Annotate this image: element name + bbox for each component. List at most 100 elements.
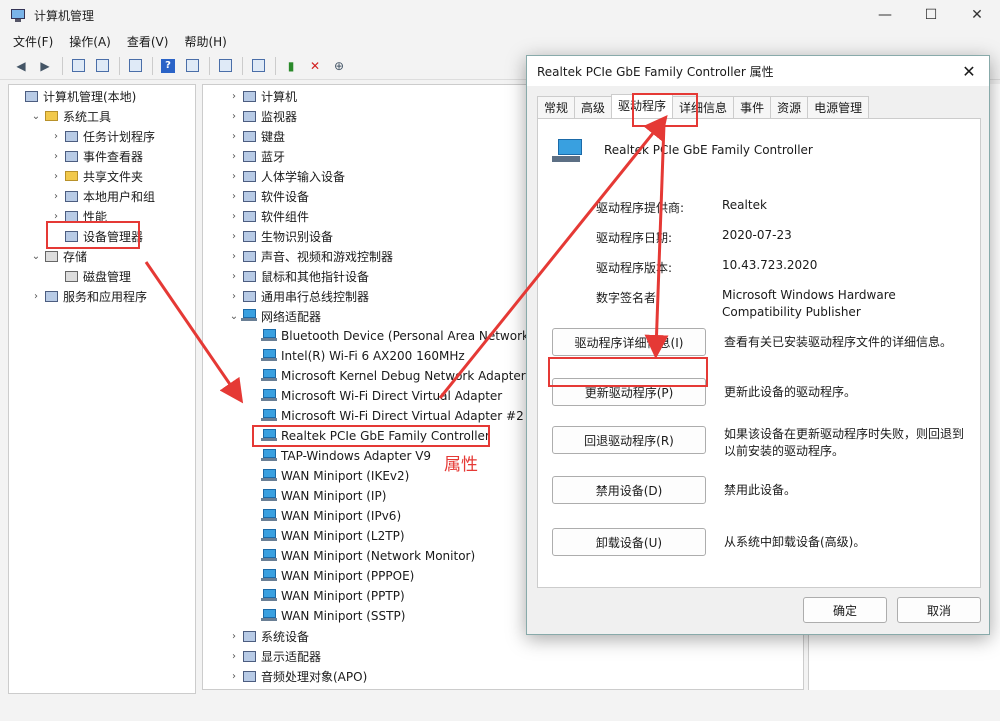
tree-item[interactable]: › 本地用户和组 [9, 186, 195, 206]
tree-item-label: TAP-Windows Adapter V9 [281, 449, 432, 463]
software-device-icon [241, 188, 257, 204]
chevron-right-icon[interactable]: › [227, 291, 241, 302]
tree-item[interactable]: 磁盘管理 [9, 266, 195, 286]
chevron-right-icon[interactable]: › [227, 251, 241, 262]
chevron-right-icon[interactable]: › [227, 631, 241, 642]
ok-button[interactable]: 确定 [803, 597, 887, 623]
menu-help[interactable]: 帮助(H) [179, 33, 231, 50]
chevron-right-icon[interactable]: › [227, 231, 241, 242]
network-adapter-icon [261, 468, 277, 484]
tree-item-label: 计算机管理(本地) [43, 89, 137, 104]
disable-device-button[interactable]: 禁用设备(D) [552, 476, 706, 504]
tree-item-label: WAN Miniport (IKEv2) [281, 469, 410, 483]
bluetooth-icon [241, 148, 257, 164]
computer-management-icon [10, 7, 26, 23]
menu-view[interactable]: 查看(V) [122, 33, 174, 50]
disk-icon [63, 268, 79, 284]
driver-details-button[interactable]: 驱动程序详细信息(I) [552, 328, 706, 356]
rollback-driver-button[interactable]: 回退驱动程序(R) [552, 426, 706, 454]
chevron-right-icon[interactable]: › [49, 131, 63, 142]
chevron-right-icon[interactable]: › [29, 291, 43, 302]
tab-4[interactable]: 事件 [733, 96, 772, 118]
chevron-down-icon[interactable]: ⌄ [29, 251, 43, 262]
tree-item[interactable]: › 服务和应用程序 [9, 286, 195, 306]
menu-action[interactable]: 操作(A) [64, 33, 116, 50]
tree-item-label: WAN Miniport (Network Monitor) [281, 549, 476, 563]
menu-file[interactable]: 文件(F) [8, 33, 58, 50]
up-folder-icon[interactable] [67, 56, 89, 76]
chevron-right-icon[interactable]: › [227, 111, 241, 122]
tree-item-label: WAN Miniport (SSTP) [281, 609, 406, 623]
chevron-right-icon[interactable]: › [49, 171, 63, 182]
network-adapter-icon [261, 488, 277, 504]
field-label: 驱动程序日期: [596, 231, 673, 245]
network-adapter-icon [261, 548, 277, 564]
monitor-icon [241, 108, 257, 124]
chevron-right-icon[interactable]: › [49, 191, 63, 202]
chevron-right-icon[interactable]: › [49, 211, 63, 222]
chevron-right-icon[interactable]: › [227, 191, 241, 202]
tab-6[interactable]: 电源管理 [807, 96, 870, 118]
tab-0[interactable]: 常规 [537, 96, 576, 118]
tree-item-label: Bluetooth Device (Personal Area Network) [281, 329, 534, 343]
tree-item[interactable]: › 共享文件夹 [9, 166, 195, 186]
field-label: 驱动程序版本: [596, 261, 673, 275]
uninstall-device-button[interactable]: 卸载设备(U) [552, 528, 706, 556]
tree-item-label: 磁盘管理 [83, 269, 132, 284]
action-pane-icon[interactable] [181, 56, 203, 76]
chevron-right-icon[interactable]: › [227, 171, 241, 182]
menu-bar: 文件(F) 操作(A) 查看(V) 帮助(H) [0, 30, 1000, 52]
uninstall-icon[interactable]: ✕ [304, 56, 326, 76]
field-value: 10.43.723.2020 [722, 258, 818, 272]
button-description: 更新此设备的驱动程序。 [724, 385, 857, 399]
maximize-button[interactable]: ☐ [908, 0, 954, 30]
disable-icon[interactable]: ⊕ [328, 56, 350, 76]
tree-item[interactable]: › 音频处理对象(APO) [203, 666, 803, 686]
network-adapter-icon [261, 508, 277, 524]
chevron-right-icon[interactable]: › [227, 151, 241, 162]
update-driver-icon[interactable]: ▮ [280, 56, 302, 76]
chevron-right-icon[interactable]: › [227, 671, 241, 682]
dialog-close-icon[interactable]: ✕ [949, 62, 989, 81]
tree-item-label: WAN Miniport (IP) [281, 489, 387, 503]
chevron-right-icon[interactable]: › [227, 131, 241, 142]
minimize-button[interactable]: — [862, 0, 908, 30]
tree-item[interactable]: › 任务计划程序 [9, 126, 195, 146]
tab-5[interactable]: 资源 [770, 96, 809, 118]
dialog-title-bar: Realtek PCIe GbE Family Controller 属性 ✕ [527, 56, 989, 86]
tree-item-label: 共享文件夹 [83, 169, 144, 184]
properties-icon[interactable] [124, 56, 146, 76]
dialog-tabs: 常规 高级 驱动程序 详细信息 事件 资源 电源管理 [537, 94, 870, 118]
back-arrow-icon[interactable]: ◀ [10, 56, 32, 76]
tree-item[interactable]: ⌄ 存储 [9, 246, 195, 266]
close-button[interactable]: ✕ [954, 0, 1000, 30]
scan-hardware-icon[interactable] [247, 56, 269, 76]
tree-item[interactable]: ⌄ 系统工具 [9, 106, 195, 126]
tab-1[interactable]: 高级 [574, 96, 613, 118]
dialog-title: Realtek PCIe GbE Family Controller 属性 [537, 64, 774, 79]
chevron-right-icon[interactable]: › [227, 211, 241, 222]
storage-icon [43, 248, 59, 264]
cancel-button[interactable]: 取消 [897, 597, 981, 623]
network-adapter-icon [261, 448, 277, 464]
tree-item-label: 本地用户和组 [83, 189, 156, 204]
chevron-down-icon[interactable]: ⌄ [29, 111, 43, 122]
chevron-right-icon[interactable]: › [227, 271, 241, 282]
tree-item[interactable]: › 事件查看器 [9, 146, 195, 166]
chevron-right-icon[interactable]: › [227, 91, 241, 102]
forward-arrow-icon[interactable]: ▶ [34, 56, 56, 76]
tree-item[interactable]: 计算机管理(本地) [9, 86, 195, 106]
device-name: Realtek PCIe GbE Family Controller [604, 143, 813, 157]
tree-item-label: 服务和应用程序 [63, 289, 148, 304]
field-value: 2020-07-23 [722, 228, 792, 242]
window-title: 计算机管理 [34, 8, 95, 23]
chevron-right-icon[interactable]: › [49, 151, 63, 162]
network-adapter-icon [261, 608, 277, 624]
mouse-icon [241, 268, 257, 284]
tree-item[interactable]: › 显示适配器 [203, 646, 803, 666]
chevron-right-icon[interactable]: › [227, 651, 241, 662]
show-tree-icon[interactable] [91, 56, 113, 76]
help-icon[interactable]: ? [157, 56, 179, 76]
chevron-down-icon[interactable]: ⌄ [227, 311, 241, 322]
print-icon[interactable] [214, 56, 236, 76]
